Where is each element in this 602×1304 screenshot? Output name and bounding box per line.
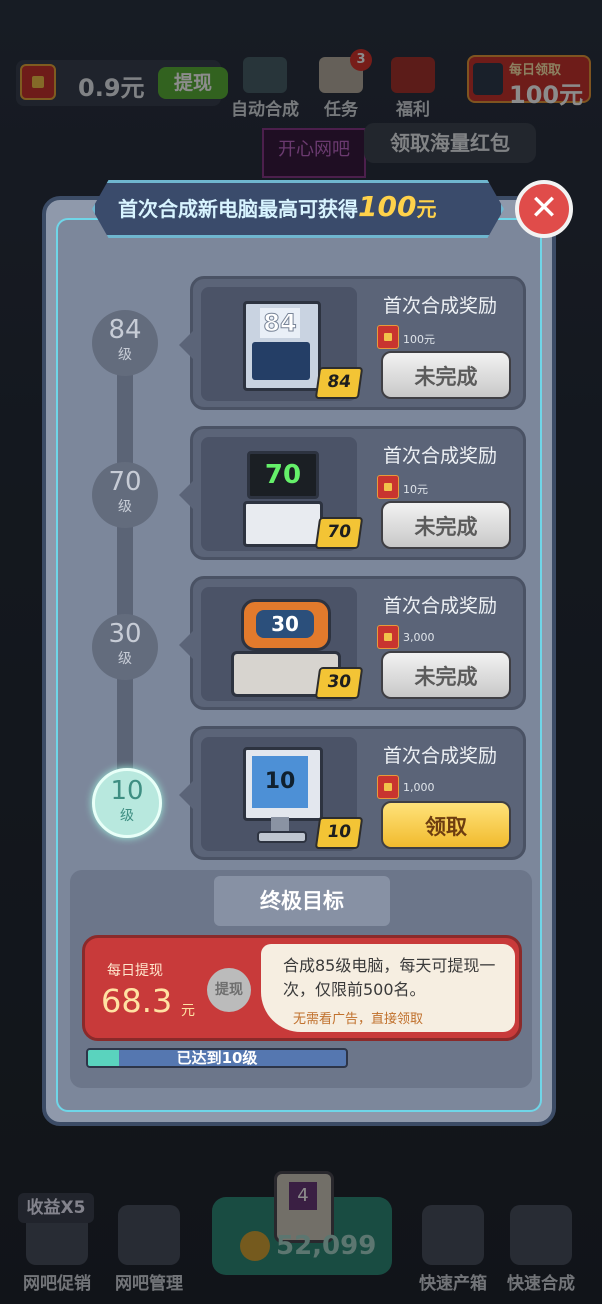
red-envelope-icon <box>377 625 399 649</box>
incomplete-button[interactable]: 未完成 <box>381 501 511 549</box>
reward-value: 1,000 <box>403 781 435 794</box>
daily-withdraw-label: 每日提现 <box>107 963 163 979</box>
goal-withdraw-button[interactable]: 提现 <box>207 968 251 1012</box>
reward-value: 10元 <box>403 483 428 496</box>
level-node-10: 10 级 <box>92 768 162 838</box>
incomplete-button[interactable]: 未完成 <box>381 651 511 699</box>
level-tag: 10 <box>314 817 364 849</box>
level-track <box>117 332 133 802</box>
level-node-84: 84 级 <box>92 310 158 376</box>
ultimate-goal-title: 终极目标 <box>214 876 390 926</box>
pc-screen-label: 10 <box>252 756 308 808</box>
level-tag: 70 <box>314 517 364 549</box>
banner-amount: 100 <box>358 190 417 223</box>
red-envelope-icon <box>377 475 399 499</box>
pc-screen-label: 84 <box>260 308 300 338</box>
level-number: 84 <box>108 315 142 345</box>
level-unit: 级 <box>118 499 132 515</box>
card-title: 首次合成奖励 <box>383 595 498 617</box>
pc-screen-label: 70 <box>247 451 319 499</box>
card-title: 首次合成奖励 <box>383 295 498 317</box>
pc-monitor: 30 <box>241 599 331 651</box>
card-title: 首次合成奖励 <box>383 745 498 767</box>
goal-note: 无需看广告，直接领取 <box>293 1012 424 1027</box>
incomplete-button[interactable]: 未完成 <box>381 351 511 399</box>
banner-suffix: 元 <box>416 197 437 221</box>
pc-thumbnail: 30 30 <box>201 587 364 701</box>
reward-card-70: 70 70 首次合成奖励 10元 未完成 <box>179 426 526 560</box>
pc-thumbnail: 70 70 <box>201 437 364 551</box>
pc-screen-label: 30 <box>256 610 314 638</box>
red-envelope-icon <box>377 775 399 799</box>
level-node-30: 30 级 <box>92 614 158 680</box>
card-pointer <box>179 481 193 509</box>
level-84-computer-icon: 84 <box>243 301 321 391</box>
red-envelope-icon <box>377 325 399 349</box>
banner-prefix: 首次合成新电脑最高可获得 <box>118 197 358 221</box>
goal-description: 合成85级电脑，每天可提现一次，仅限前500名。 <box>283 956 496 999</box>
daily-withdraw-amount: 68.3 <box>101 982 173 1020</box>
card-title: 首次合成奖励 <box>383 445 498 467</box>
card-pointer <box>179 781 193 809</box>
daily-withdraw-unit: 元 <box>181 1003 195 1019</box>
reward-card-84: 84 84 首次合成奖励 100元 未完成 <box>179 276 526 410</box>
level-progress-bar: 已达到10级 <box>86 1048 348 1068</box>
reward-value: 3,000 <box>403 631 435 644</box>
reward-value: 100元 <box>403 333 435 346</box>
card-pointer <box>179 631 193 659</box>
level-10-computer-icon: 10 <box>243 747 323 843</box>
goal-description-panel: 合成85级电脑，每天可提现一次，仅限前500名。 无需看广告，直接领取 <box>261 944 515 1032</box>
pc-foot <box>257 831 307 843</box>
level-tag: 84 <box>314 367 364 399</box>
close-button[interactable]: ✕ <box>515 180 573 238</box>
level-unit: 级 <box>120 808 134 824</box>
pc-internals <box>252 342 310 380</box>
card-pointer <box>179 331 193 359</box>
reward-card-30: 30 30 首次合成奖励 3,000 未完成 <box>179 576 526 710</box>
claim-button[interactable]: 领取 <box>381 801 511 849</box>
level-unit: 级 <box>118 347 132 363</box>
pc-thumbnail: 84 84 <box>201 287 364 401</box>
modal-banner-text: 首次合成新电脑最高可获得100元 <box>118 190 488 223</box>
level-number: 30 <box>108 619 142 649</box>
pc-stand <box>271 817 289 831</box>
level-tag: 30 <box>314 667 364 699</box>
level-70-computer-icon: 70 <box>243 451 323 547</box>
level-number: 10 <box>110 776 144 806</box>
pc-monitor: 10 <box>243 747 323 821</box>
pc-base <box>243 501 323 547</box>
level-number: 70 <box>108 467 142 497</box>
pc-thumbnail: 10 10 <box>201 737 364 851</box>
daily-withdraw-card: 每日提现 68.3 元 提现 合成85级电脑，每天可提现一次，仅限前500名。 … <box>82 935 522 1041</box>
progress-text: 已达到10级 <box>176 1049 258 1067</box>
level-unit: 级 <box>118 651 132 667</box>
reward-card-10: 10 10 首次合成奖励 1,000 领取 <box>179 726 526 860</box>
level-node-70: 70 级 <box>92 462 158 528</box>
